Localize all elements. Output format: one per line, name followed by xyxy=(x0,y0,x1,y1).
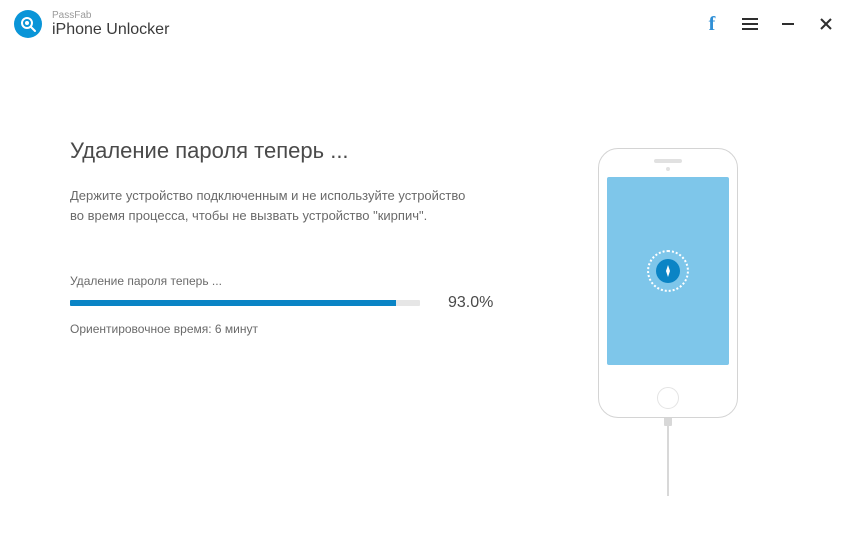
compass-icon xyxy=(647,250,689,292)
minimize-button[interactable] xyxy=(779,15,797,33)
window-controls: f xyxy=(703,15,835,33)
facebook-icon[interactable]: f xyxy=(703,15,721,33)
title-left: PassFab iPhone Unlocker xyxy=(14,10,169,39)
app-name-label: iPhone Unlocker xyxy=(52,21,169,39)
brand-label: PassFab xyxy=(52,10,169,21)
progress-panel: Удаление пароля теперь ... Держите устро… xyxy=(70,138,493,336)
minimize-icon xyxy=(781,17,795,31)
hamburger-icon xyxy=(742,18,758,30)
close-icon xyxy=(819,17,833,31)
device-illustration xyxy=(533,138,803,496)
content-area: Удаление пароля теперь ... Держите устро… xyxy=(0,48,855,496)
phone-screen xyxy=(607,177,729,365)
home-button-icon xyxy=(657,387,679,409)
phone-speaker-icon xyxy=(654,159,682,163)
phone-icon xyxy=(598,148,738,418)
title-texts: PassFab iPhone Unlocker xyxy=(52,10,169,39)
eta-text: Ориентировочное время: 6 минут xyxy=(70,322,493,336)
menu-button[interactable] xyxy=(741,15,759,33)
progress-bar xyxy=(70,300,420,306)
cable-icon xyxy=(667,424,669,496)
page-description: Держите устройство подключенным и не исп… xyxy=(70,186,470,226)
progress-row: 93.0% xyxy=(70,294,493,312)
phone-camera-icon xyxy=(666,167,670,171)
app-logo-icon xyxy=(14,10,42,38)
progress-fill xyxy=(70,300,396,306)
close-button[interactable] xyxy=(817,15,835,33)
page-heading: Удаление пароля теперь ... xyxy=(70,138,493,164)
progress-percentage: 93.0% xyxy=(448,294,493,312)
title-bar: PassFab iPhone Unlocker f xyxy=(0,0,855,48)
progress-label: Удаление пароля теперь ... xyxy=(70,274,493,288)
